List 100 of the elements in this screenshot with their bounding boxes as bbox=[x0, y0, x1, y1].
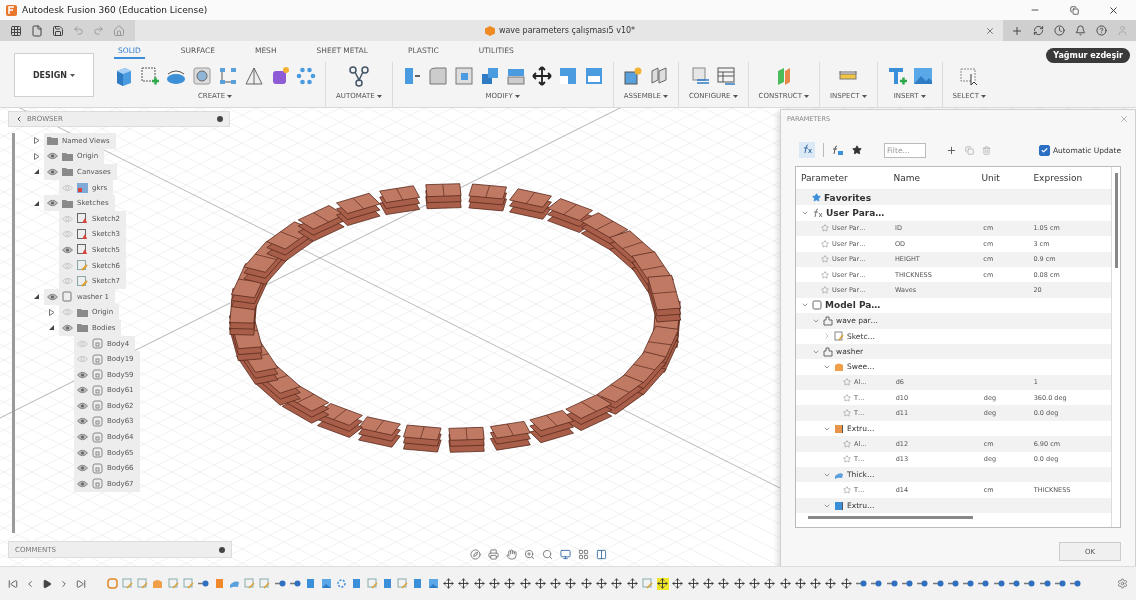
image-icon[interactable] bbox=[320, 577, 333, 590]
move-icon[interactable] bbox=[442, 577, 455, 590]
sync-icon[interactable] bbox=[1033, 25, 1044, 36]
bell-icon[interactable] bbox=[1075, 25, 1086, 36]
move-icon[interactable] bbox=[702, 577, 715, 590]
move-icon[interactable] bbox=[779, 577, 792, 590]
component-icon[interactable] bbox=[106, 577, 118, 590]
star-outline-icon[interactable] bbox=[843, 455, 851, 464]
first-icon[interactable] bbox=[8, 578, 18, 589]
display-icon[interactable] bbox=[560, 549, 571, 560]
pin-icon[interactable] bbox=[219, 546, 225, 553]
eye-icon[interactable] bbox=[77, 464, 88, 473]
fillet-icon[interactable] bbox=[426, 65, 449, 87]
move-icon[interactable] bbox=[763, 577, 776, 590]
move-icon[interactable] bbox=[809, 577, 822, 590]
expand-arrow-icon[interactable] bbox=[33, 137, 40, 145]
move-icon[interactable] bbox=[534, 577, 547, 590]
save-icon[interactable] bbox=[52, 24, 64, 37]
move-icon[interactable] bbox=[549, 577, 562, 590]
column-header[interactable]: Name bbox=[888, 173, 977, 183]
sketch-icon[interactable] bbox=[366, 577, 379, 590]
checkbox[interactable] bbox=[1039, 144, 1050, 156]
sketch-icon[interactable] bbox=[243, 577, 256, 590]
image-icon[interactable] bbox=[427, 577, 440, 590]
collapse-icon[interactable] bbox=[15, 115, 23, 123]
scrollbar[interactable] bbox=[12, 133, 15, 533]
eye-icon[interactable] bbox=[77, 479, 88, 488]
pin-icon[interactable] bbox=[217, 116, 223, 122]
document-tab[interactable]: wave parameters çalışması5 v10* bbox=[498, 26, 636, 35]
restore-icon[interactable] bbox=[1069, 5, 1079, 15]
extrude-icon[interactable] bbox=[213, 577, 226, 590]
clock-icon[interactable] bbox=[1054, 25, 1065, 36]
move-icon[interactable] bbox=[595, 577, 608, 590]
move-icon[interactable] bbox=[626, 577, 639, 590]
column-header[interactable]: Unit bbox=[976, 173, 1029, 183]
sketch-icon[interactable] bbox=[396, 577, 409, 590]
eye-icon[interactable] bbox=[77, 401, 88, 410]
star-outline-icon[interactable] bbox=[821, 255, 829, 264]
settings-icon[interactable] bbox=[1117, 578, 1128, 589]
star-outline-icon[interactable] bbox=[843, 439, 851, 448]
eye-icon[interactable] bbox=[47, 292, 58, 301]
move-icon[interactable] bbox=[733, 577, 746, 590]
close-icon[interactable] bbox=[1107, 4, 1119, 16]
star-outline-icon[interactable] bbox=[843, 409, 851, 418]
star-outline-icon[interactable] bbox=[843, 393, 851, 402]
move-icon[interactable] bbox=[840, 577, 853, 590]
move-icon[interactable] bbox=[473, 577, 486, 590]
collapse-arrow-icon[interactable] bbox=[33, 199, 40, 207]
box-icon[interactable] bbox=[304, 577, 317, 590]
zoom-icon[interactable] bbox=[524, 549, 535, 560]
table-icon[interactable] bbox=[715, 65, 738, 87]
scrollbar[interactable] bbox=[1114, 173, 1118, 268]
move-icon[interactable] bbox=[519, 577, 531, 590]
eye-icon[interactable] bbox=[62, 323, 73, 332]
move-icon[interactable] bbox=[610, 577, 623, 590]
box-icon[interactable] bbox=[381, 577, 394, 590]
move-icon[interactable] bbox=[672, 577, 684, 590]
image-icon[interactable] bbox=[911, 65, 934, 87]
eye-icon[interactable] bbox=[77, 386, 88, 395]
sketch-icon[interactable] bbox=[136, 577, 149, 590]
pyramid-icon[interactable] bbox=[243, 65, 265, 87]
star-outline-icon[interactable] bbox=[821, 270, 829, 279]
hole-icon[interactable] bbox=[191, 65, 213, 87]
eye-icon[interactable] bbox=[47, 199, 58, 208]
star-outline-icon[interactable] bbox=[821, 224, 829, 233]
function-button[interactable] bbox=[799, 142, 815, 158]
sketch-icon[interactable] bbox=[258, 577, 271, 590]
move-icon[interactable] bbox=[656, 577, 669, 590]
chevron-down-icon[interactable] bbox=[823, 363, 831, 371]
star-outline-icon[interactable] bbox=[843, 378, 851, 387]
collapse-arrow-icon[interactable] bbox=[33, 168, 40, 176]
move-icon[interactable] bbox=[717, 577, 730, 590]
star-outline-icon[interactable] bbox=[843, 486, 851, 495]
eye-icon[interactable] bbox=[77, 417, 88, 426]
sketch-icon[interactable] bbox=[182, 577, 195, 590]
favorite-icon[interactable] bbox=[852, 145, 862, 155]
move-icon[interactable] bbox=[824, 577, 837, 590]
move-icon[interactable] bbox=[687, 577, 700, 590]
eye-icon[interactable] bbox=[47, 168, 58, 176]
move-icon[interactable] bbox=[457, 577, 470, 590]
eye-icon[interactable] bbox=[62, 245, 73, 254]
pattern-icon[interactable] bbox=[335, 577, 348, 590]
circular-pattern-icon[interactable] bbox=[295, 65, 317, 87]
previous-icon[interactable] bbox=[25, 578, 35, 589]
user-parameter-icon[interactable] bbox=[832, 144, 844, 156]
pan-icon[interactable] bbox=[506, 549, 517, 560]
move-icon[interactable] bbox=[794, 577, 807, 590]
eye-icon[interactable] bbox=[47, 152, 58, 161]
expand-arrow-icon[interactable] bbox=[48, 308, 55, 316]
last-icon[interactable] bbox=[76, 578, 86, 589]
move-icon[interactable] bbox=[580, 577, 593, 590]
star-outline-icon[interactable] bbox=[821, 239, 829, 248]
play-icon[interactable] bbox=[42, 578, 52, 589]
next-icon[interactable] bbox=[59, 578, 69, 589]
grid-icon[interactable] bbox=[578, 549, 589, 560]
rectangular-pattern-icon[interactable] bbox=[217, 65, 239, 87]
sketch-icon[interactable] bbox=[121, 577, 134, 590]
eye-icon[interactable] bbox=[77, 448, 88, 457]
add-icon[interactable] bbox=[946, 144, 957, 156]
move-icon[interactable] bbox=[748, 577, 761, 590]
